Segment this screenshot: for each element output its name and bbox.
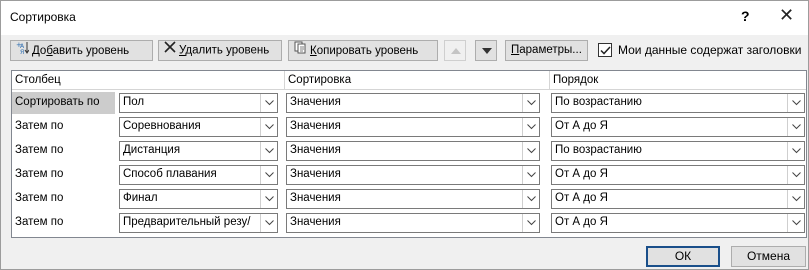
column-combo[interactable]: Дистанция: [119, 141, 278, 161]
sort-on-combo[interactable]: Значения: [286, 165, 540, 185]
combo-value: Пол: [123, 96, 145, 108]
row-label[interactable]: Затем по: [12, 116, 115, 138]
combo-value: От А до Я: [555, 192, 608, 204]
copy-icon: [294, 41, 307, 61]
chevron-down-icon[interactable]: [787, 118, 804, 136]
combo-value: От А до Я: [555, 168, 608, 180]
chevron-down-icon[interactable]: [260, 166, 277, 184]
chevron-down-icon[interactable]: [260, 190, 277, 208]
chevron-down-icon[interactable]: [787, 166, 804, 184]
title-bar: Сортировка ? ✕: [1, 1, 808, 35]
column-combo[interactable]: Пол: [119, 93, 278, 113]
column-combo[interactable]: Соревнования: [119, 117, 278, 137]
add-level-button[interactable]: + A Я Добавить уровень: [10, 40, 153, 61]
chevron-down-icon[interactable]: [260, 214, 277, 232]
sort-levels-grid: Столбец Сортировка Порядок Сортировать п…: [11, 70, 807, 238]
move-up-icon: [451, 48, 461, 54]
order-combo[interactable]: От А до Я: [551, 117, 805, 137]
combo-value: Значения: [290, 168, 341, 180]
sort-on-combo[interactable]: Значения: [286, 213, 540, 233]
svg-text:Я: Я: [20, 49, 24, 54]
delete-level-label: Удалить уровень: [179, 44, 270, 57]
close-button[interactable]: ✕: [779, 5, 794, 26]
delete-level-button[interactable]: Удалить уровень: [158, 40, 282, 61]
combo-value: Значения: [290, 192, 341, 204]
combo-value: Значения: [290, 144, 341, 156]
dialog-title: Сортировка: [10, 10, 76, 24]
sort-on-combo[interactable]: Значения: [286, 117, 540, 137]
sort-dialog: Сортировка ? ✕ + A Я Добавить уровень Уд…: [0, 0, 809, 270]
has-headers-label[interactable]: Мои данные содержат заголовки: [618, 43, 801, 57]
row-label[interactable]: Затем по: [12, 140, 115, 162]
order-combo[interactable]: От А до Я: [551, 189, 805, 209]
order-combo[interactable]: От А до Я: [551, 165, 805, 185]
chevron-down-icon[interactable]: [522, 118, 539, 136]
chevron-down-icon[interactable]: [522, 190, 539, 208]
sort-on-combo[interactable]: Значения: [286, 141, 540, 161]
combo-value: Финал: [123, 192, 158, 204]
help-button[interactable]: ?: [741, 8, 750, 24]
row-label[interactable]: Затем по: [12, 212, 115, 234]
order-combo[interactable]: По возрастанию: [551, 141, 805, 161]
combo-value: По возрастанию: [555, 96, 642, 108]
toolbar: + A Я Добавить уровень Удалить уровень К…: [1, 35, 808, 67]
add-level-icon: + A Я: [16, 41, 30, 61]
row-label[interactable]: Затем по: [12, 188, 115, 210]
chevron-down-icon[interactable]: [522, 214, 539, 232]
ok-button[interactable]: ОК: [646, 246, 720, 267]
header-column: Столбец: [12, 71, 284, 90]
move-down-icon: [482, 48, 492, 54]
sort-on-combo[interactable]: Значения: [286, 93, 540, 113]
has-headers-checkbox[interactable]: [598, 43, 612, 57]
combo-value: От А до Я: [555, 120, 608, 132]
row-label[interactable]: Затем по: [12, 164, 115, 186]
sort-on-combo[interactable]: Значения: [286, 189, 540, 209]
combo-value: Способ плавания: [123, 168, 217, 180]
options-button[interactable]: Параметры...: [505, 40, 588, 61]
column-combo[interactable]: Способ плавания: [119, 165, 278, 185]
column-combo[interactable]: Предварительный резу/: [119, 213, 278, 233]
cancel-button[interactable]: Отмена: [731, 246, 806, 267]
move-down-button[interactable]: [475, 40, 497, 61]
chevron-down-icon[interactable]: [522, 166, 539, 184]
chevron-down-icon[interactable]: [260, 94, 277, 112]
checkmark-icon: [600, 46, 611, 55]
copy-level-button[interactable]: Копировать уровень: [288, 40, 438, 61]
chevron-down-icon[interactable]: [787, 214, 804, 232]
options-label: Параметры...: [511, 44, 582, 56]
move-up-button[interactable]: [444, 40, 466, 61]
chevron-down-icon[interactable]: [260, 118, 277, 136]
combo-value: От А до Я: [555, 216, 608, 228]
combo-value: Значения: [290, 120, 341, 132]
order-combo[interactable]: По возрастанию: [551, 93, 805, 113]
copy-level-label: Копировать уровень: [310, 45, 419, 58]
chevron-down-icon[interactable]: [522, 142, 539, 160]
delete-icon: [164, 41, 176, 60]
column-combo[interactable]: Финал: [119, 189, 278, 209]
chevron-down-icon[interactable]: [522, 94, 539, 112]
combo-value: По возрастанию: [555, 144, 642, 156]
combo-value: Значения: [290, 96, 341, 108]
chevron-down-icon[interactable]: [787, 190, 804, 208]
combo-value: Дистанция: [123, 144, 181, 156]
chevron-down-icon[interactable]: [787, 142, 804, 160]
add-level-label: Добавить уровень: [32, 45, 130, 58]
header-sort-on: Сортировка: [285, 71, 549, 90]
combo-value: Соревнования: [123, 120, 201, 132]
combo-value: Предварительный резу/: [123, 216, 251, 228]
combo-value: Значения: [290, 216, 341, 228]
row-label[interactable]: Сортировать по: [12, 92, 115, 114]
header-order: Порядок: [550, 71, 806, 90]
order-combo[interactable]: От А до Я: [551, 213, 805, 233]
chevron-down-icon[interactable]: [260, 142, 277, 160]
chevron-down-icon[interactable]: [787, 94, 804, 112]
